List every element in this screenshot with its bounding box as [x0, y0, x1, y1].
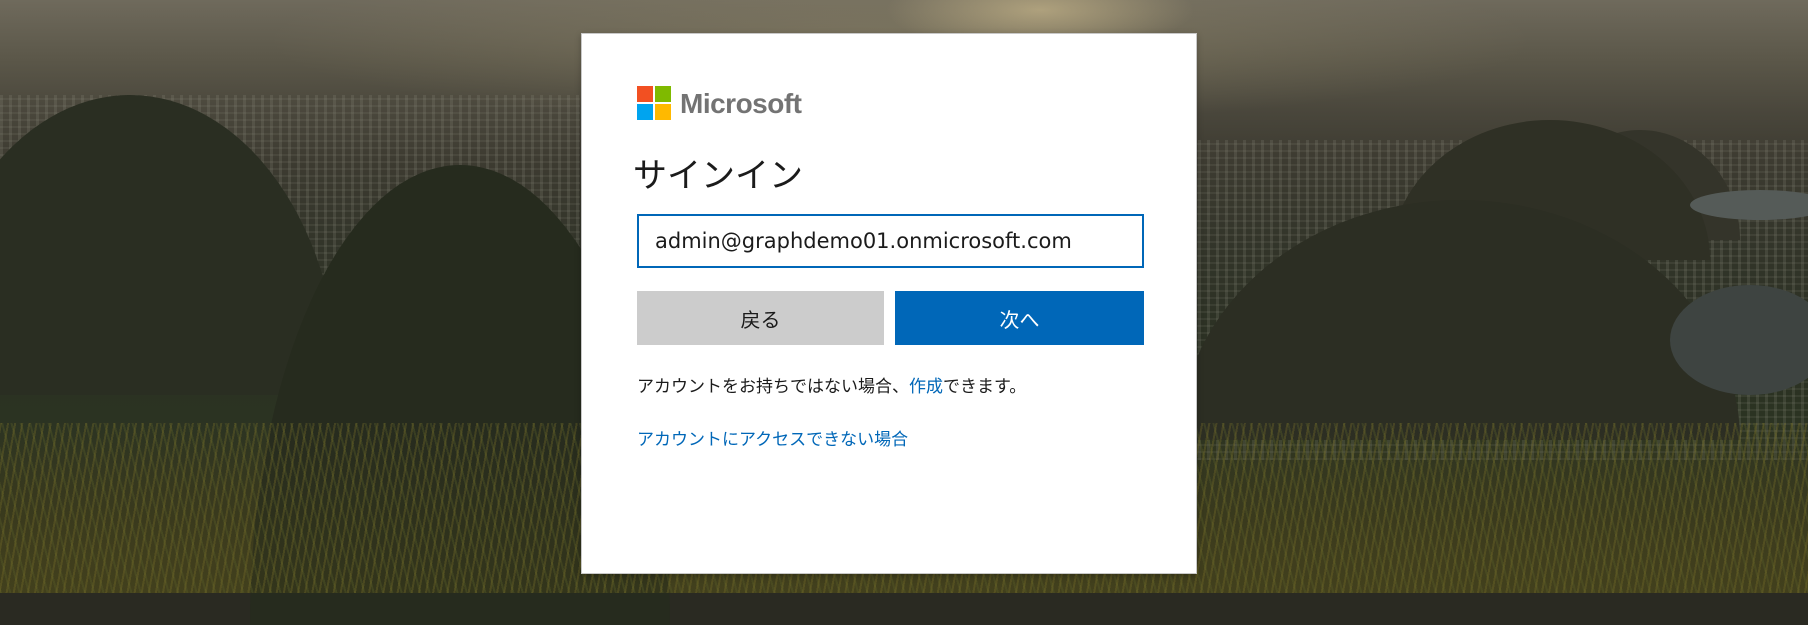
signin-card: Microsoft サインイン 戻る 次へ アカウントをお持ちではない場合、作成…: [581, 33, 1197, 574]
logo-square-yellow: [655, 104, 671, 120]
logo-square-red: [637, 86, 653, 102]
email-field[interactable]: [637, 214, 1144, 268]
no-account-text: アカウントをお持ちではない場合、作成できます。: [637, 372, 1026, 397]
back-button[interactable]: 戻る: [637, 291, 884, 345]
logo-square-blue: [637, 104, 653, 120]
create-account-link[interactable]: 作成: [909, 377, 943, 397]
page-title: サインイン: [633, 156, 803, 196]
logo-square-green: [655, 86, 671, 102]
no-account-suffix: できます。: [943, 377, 1027, 397]
next-button[interactable]: 次へ: [895, 291, 1144, 345]
no-account-prefix: アカウントをお持ちではない場合、: [637, 377, 909, 397]
cant-access-account-link[interactable]: アカウントにアクセスできない場合: [637, 425, 908, 450]
microsoft-logo: Microsoft: [637, 86, 802, 121]
microsoft-squares-icon: [637, 86, 672, 121]
logo-text: Microsoft: [680, 87, 802, 119]
